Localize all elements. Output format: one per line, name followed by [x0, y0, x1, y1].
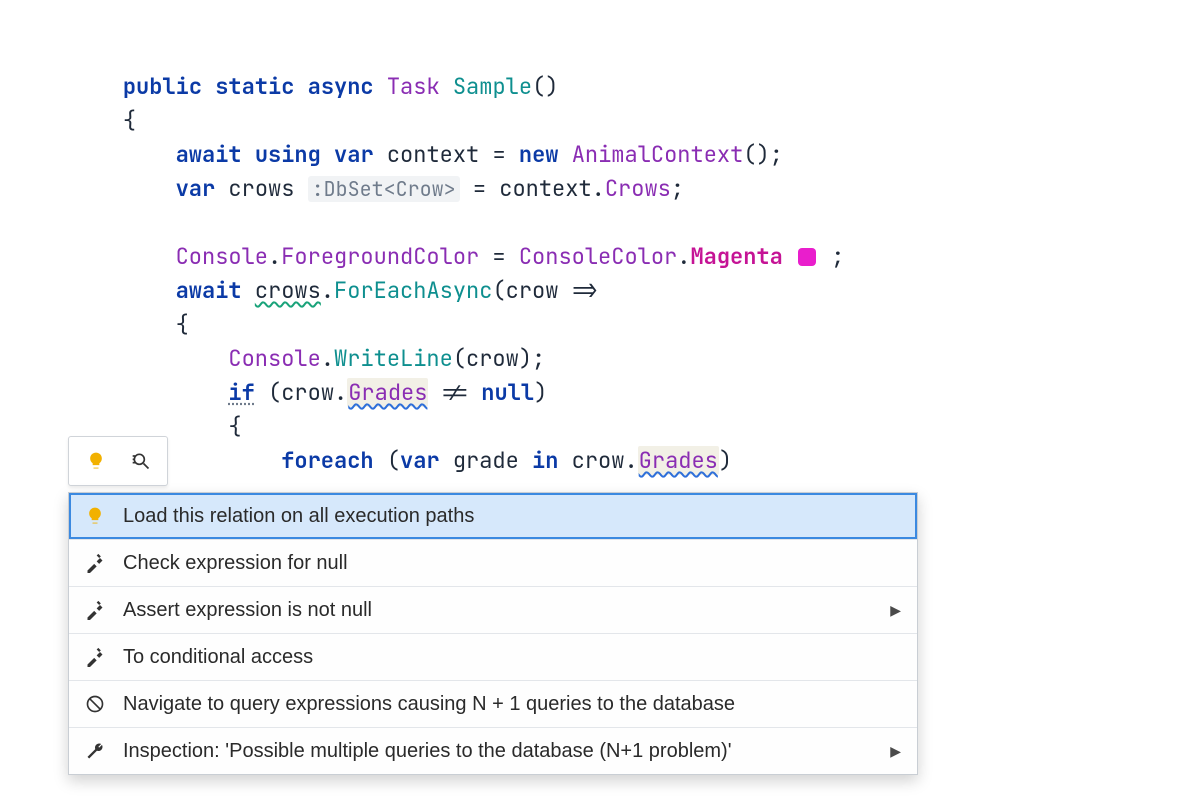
ident-crows: crows — [228, 174, 294, 203]
keyword-var: var — [334, 140, 374, 169]
popup-item-label: To conditional access — [123, 646, 905, 669]
keyword-using: using — [255, 140, 321, 169]
type-console: Console — [176, 242, 268, 271]
hammer-icon — [81, 647, 109, 667]
inspect-icon — [131, 451, 151, 471]
keyword-if: if — [228, 378, 254, 407]
property-crows: Crows — [605, 174, 671, 203]
popup-item-label: Assert expression is not null — [123, 599, 890, 622]
keyword-await: await — [176, 140, 242, 169]
type-animalcontext: AnimalContext — [572, 140, 744, 169]
type-consolecolor: ConsoleColor — [519, 242, 677, 271]
popup-item-label: Navigate to query expressions causing N … — [123, 693, 905, 716]
quickfix-popup[interactable]: Load this relation on all execution path… — [68, 492, 918, 775]
bulb-icon — [81, 506, 109, 526]
keyword-new: new — [519, 140, 559, 169]
popup-item-1[interactable]: Check expression for null — [69, 539, 917, 586]
popup-item-label: Check expression for null — [123, 552, 905, 575]
popup-item-0[interactable]: Load this relation on all execution path… — [69, 493, 917, 539]
keyword-foreach: foreach — [281, 446, 373, 475]
keyword-static: static — [215, 72, 294, 101]
hammer-icon — [81, 600, 109, 620]
property-grades-1: Grades — [347, 378, 428, 407]
keyword-null: null — [481, 378, 534, 407]
method-sample: Sample — [453, 72, 532, 101]
type-task: Task — [387, 72, 440, 101]
keyword-in: in — [532, 446, 558, 475]
chevron-right-icon: ▶ — [890, 602, 905, 619]
ident-context: context — [387, 140, 479, 169]
popup-item-label: Inspection: 'Possible multiple queries t… — [123, 740, 890, 763]
property-foregroundcolor: ForegroundColor — [281, 242, 479, 271]
popup-item-3[interactable]: To conditional access — [69, 633, 917, 680]
color-chip-magenta — [798, 248, 816, 266]
ident-grade: grade — [453, 446, 519, 475]
chevron-right-icon: ▶ — [890, 743, 905, 760]
quickfix-button[interactable] — [68, 436, 168, 486]
keyword-public: public — [123, 72, 202, 101]
popup-item-label: Load this relation on all execution path… — [123, 505, 905, 528]
popup-item-2[interactable]: Assert expression is not null▶ — [69, 586, 917, 633]
lightbulb-icon — [86, 451, 106, 471]
property-grades-2: Grades — [638, 446, 719, 475]
keyword-async: async — [308, 72, 374, 101]
wrench-icon — [81, 741, 109, 761]
popup-item-5[interactable]: Inspection: 'Possible multiple queries t… — [69, 727, 917, 774]
method-foreachasync: ForEachAsync — [334, 276, 492, 305]
keyword-var: var — [176, 174, 216, 203]
code-editor[interactable]: public static async Task Sample() { awai… — [0, 0, 1200, 800]
nav-icon — [81, 694, 109, 714]
inlay-hint-dbset: :DbSet<Crow> — [308, 176, 460, 202]
value-magenta: Magenta — [690, 242, 782, 271]
source-code: public static async Task Sample() { awai… — [70, 70, 844, 478]
popup-item-4[interactable]: Navigate to query expressions causing N … — [69, 680, 917, 727]
method-writeline: WriteLine — [334, 344, 453, 373]
warn-crows: crows — [255, 276, 321, 305]
hammer-icon — [81, 553, 109, 573]
